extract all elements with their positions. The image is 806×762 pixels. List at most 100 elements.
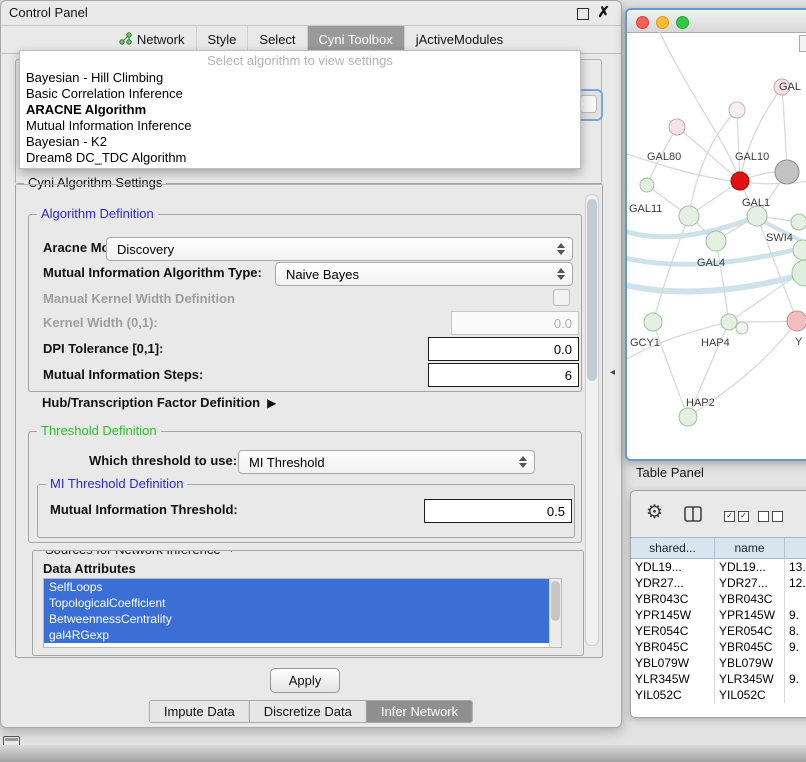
- attribute-list-item[interactable]: SelfLoops: [44, 579, 555, 595]
- panel-collapse-handle-icon[interactable]: ◂: [610, 367, 615, 378]
- table-row[interactable]: YBR045CYBR045C9.: [631, 639, 806, 655]
- control-panel-titlebar[interactable]: Control Panel ✗: [1, 1, 621, 26]
- tab-infer-network[interactable]: Infer Network: [366, 700, 473, 723]
- settings-scrollbar[interactable]: [585, 194, 599, 646]
- apply-button[interactable]: Apply: [270, 668, 340, 693]
- tab-network[interactable]: Network: [108, 26, 196, 53]
- table-cell: YER054C: [631, 623, 715, 639]
- network-node[interactable]: [721, 314, 737, 330]
- mi-type-combobox[interactable]: Naive Bayes: [275, 262, 573, 286]
- list-scrollbar[interactable]: [549, 579, 561, 647]
- field-value: 0.0: [554, 316, 572, 331]
- scrollbar-thumb[interactable]: [587, 199, 597, 381]
- tab-cyni-toolbox[interactable]: Cyni Toolbox: [307, 26, 404, 53]
- network-window-titlebar[interactable]: [627, 10, 806, 33]
- canvas-scrollbar-stub[interactable]: [799, 35, 806, 52]
- kernel-width-field[interactable]: 0.0: [451, 311, 579, 335]
- tab-impute-data[interactable]: Impute Data: [149, 700, 250, 723]
- table-cell: 13.: [785, 559, 806, 575]
- network-node[interactable]: [731, 172, 749, 190]
- table-row[interactable]: YDL19...YDL19...13.: [631, 559, 806, 575]
- mac-minimize-button[interactable]: [656, 16, 669, 29]
- algorithm-option[interactable]: Bayesian - K2: [20, 134, 580, 150]
- table-row[interactable]: YBL079WYBL079W: [631, 655, 806, 671]
- scrollbar-thumb[interactable]: [551, 581, 560, 621]
- float-window-icon[interactable]: [577, 8, 589, 20]
- select-all-rows-icon[interactable]: ✓✓: [724, 511, 749, 522]
- attribute-list-item[interactable]: BetweennessCentrality: [44, 611, 555, 627]
- network-node[interactable]: [747, 206, 767, 226]
- table-header-row[interactable]: shared...name: [631, 537, 806, 559]
- network-canvas[interactable]: GALGAL80GAL10GAL11GAL1SWI4GAL4GCY1HAP4YH…: [627, 32, 806, 457]
- network-node[interactable]: [792, 260, 806, 286]
- table-row[interactable]: YPR145WYPR145W9.: [631, 607, 806, 623]
- column-header[interactable]: name: [715, 538, 785, 558]
- algorithm-dropdown-popup: Select algorithm to view settings Bayesi…: [19, 50, 581, 169]
- network-node[interactable]: [679, 206, 699, 226]
- algorithm-option[interactable]: Dream8 DC_TDC Algorithm: [20, 150, 580, 166]
- control-panel-window: Control Panel ✗ Network Style: [0, 0, 622, 728]
- network-node[interactable]: [787, 311, 806, 331]
- network-node[interactable]: [736, 322, 748, 334]
- collapse-down-icon: ▼: [227, 550, 237, 555]
- hub-definition-disclosure[interactable]: Hub/Transcription Factor Definition ▶: [42, 395, 276, 410]
- network-node[interactable]: [706, 231, 726, 251]
- combobox-value: Naive Bayes: [276, 267, 553, 282]
- tab-select[interactable]: Select: [247, 26, 306, 53]
- sources-disclosure[interactable]: Sources for Network Inference ▼: [41, 550, 240, 557]
- data-attributes-list[interactable]: SelfLoopsTopologicalCoefficientBetweenne…: [43, 578, 562, 648]
- manual-kernel-checkbox[interactable]: [553, 289, 570, 306]
- table-cell: 12.: [785, 575, 806, 591]
- gear-icon[interactable]: ⚙: [646, 503, 663, 523]
- network-node[interactable]: [669, 119, 685, 135]
- column-header[interactable]: shared...: [631, 538, 715, 558]
- tab-discretize-data[interactable]: Discretize Data: [249, 700, 367, 723]
- algorithm-option[interactable]: Mutual Information Inference: [20, 118, 580, 134]
- deselect-all-rows-icon[interactable]: [758, 511, 783, 522]
- table-row[interactable]: YER054CYER054C8.: [631, 623, 806, 639]
- mac-close-button[interactable]: [636, 16, 649, 29]
- column-header[interactable]: [785, 538, 806, 558]
- mi-threshold-field[interactable]: 0.5: [424, 499, 572, 523]
- network-node[interactable]: [729, 102, 745, 118]
- mac-zoom-button[interactable]: [676, 16, 689, 29]
- table-row[interactable]: YBR043CYBR043C: [631, 591, 806, 607]
- tab-label: Infer Network: [381, 704, 458, 719]
- network-node[interactable]: [793, 240, 806, 260]
- columns-icon[interactable]: [684, 506, 702, 527]
- chevron-updown-icon: [553, 238, 569, 260]
- desktop: Control Panel ✗ Network Style: [0, 0, 806, 762]
- close-icon[interactable]: ✗: [597, 4, 610, 22]
- dpi-tolerance-field[interactable]: 0.0: [428, 337, 579, 361]
- algorithm-option[interactable]: Basic Correlation Inference: [20, 86, 580, 102]
- combobox-value: MI Threshold: [239, 455, 515, 470]
- group-title: Threshold Definition: [37, 423, 161, 438]
- table-row[interactable]: YDR27...YDR27...12.: [631, 575, 806, 591]
- tab-style[interactable]: Style: [196, 26, 248, 53]
- network-node[interactable]: [644, 313, 662, 331]
- tab-label: Discretize Data: [264, 704, 352, 719]
- network-node[interactable]: [791, 214, 806, 230]
- expand-right-icon: ▶: [267, 396, 276, 410]
- aracne-mode-combobox[interactable]: Discovery: [106, 237, 573, 261]
- table-cell: YDL19...: [715, 559, 785, 575]
- attribute-list-item[interactable]: TopologicalCoefficient: [44, 595, 555, 611]
- algorithm-definition-group: Algorithm Definition Aracne Mode: Discov…: [28, 214, 582, 392]
- table-cell: YDL19...: [631, 559, 715, 575]
- network-node[interactable]: [640, 178, 654, 192]
- which-threshold-combobox[interactable]: MI Threshold: [238, 450, 535, 474]
- network-node[interactable]: [775, 160, 799, 184]
- tab-label: Impute Data: [164, 704, 235, 719]
- network-edge: [737, 110, 740, 181]
- table-row[interactable]: YLR345WYLR345W9.: [631, 671, 806, 687]
- node-label: SWI4: [766, 232, 793, 244]
- network-node[interactable]: [679, 408, 697, 426]
- mi-steps-field[interactable]: 6: [428, 363, 579, 387]
- which-threshold-label: Which threshold to use:: [89, 453, 237, 468]
- algorithm-option[interactable]: Bayesian - Hill Climbing: [20, 70, 580, 86]
- table-cell: YIL052C: [631, 687, 715, 703]
- tab-jactivemodules[interactable]: jActiveModules: [404, 26, 514, 53]
- attribute-list-item[interactable]: gal4RGexp: [44, 627, 555, 643]
- table-row[interactable]: YIL052CYIL052C: [631, 687, 806, 703]
- algorithm-option[interactable]: ARACNE Algorithm: [20, 102, 580, 118]
